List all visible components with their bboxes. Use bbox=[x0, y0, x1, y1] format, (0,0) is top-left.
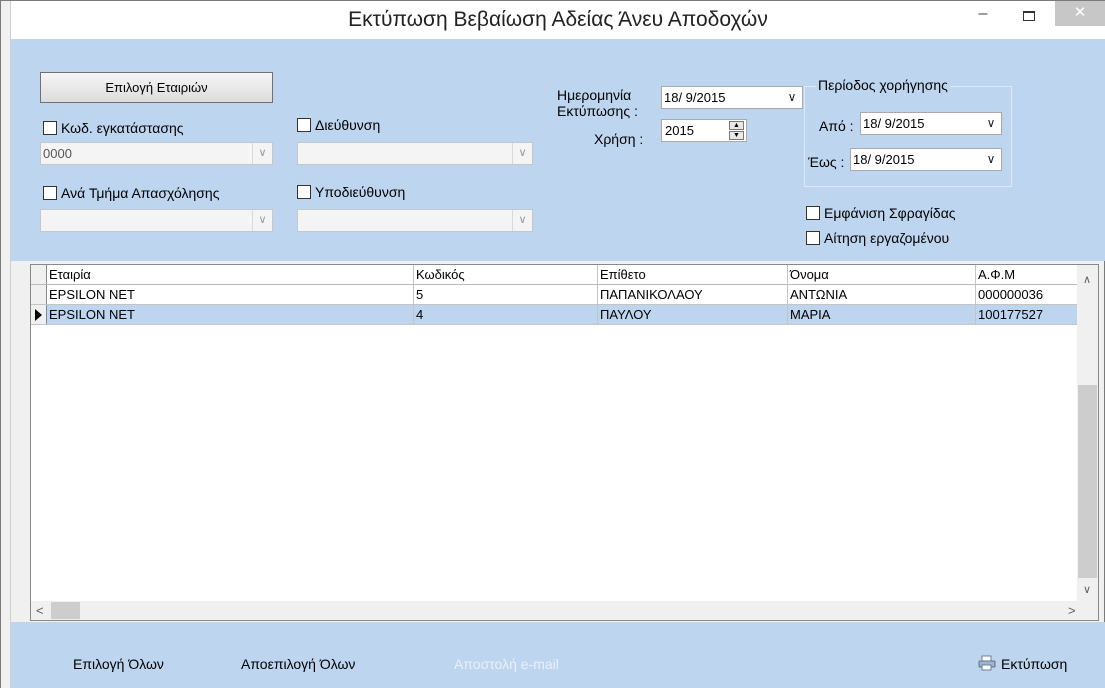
chevron-down-icon: ∨ bbox=[252, 210, 272, 231]
department-checkbox[interactable]: Ανά Τμήμα Απασχόλησης bbox=[43, 185, 219, 201]
checkbox-box[interactable] bbox=[297, 185, 311, 199]
period-group bbox=[804, 86, 1012, 187]
row-indicator[interactable] bbox=[31, 285, 47, 304]
column-header-afm[interactable]: Α.Φ.Μ bbox=[976, 265, 1078, 284]
print-date-label-line2: Εκτύπωσης : bbox=[557, 103, 638, 119]
chevron-down-icon[interactable]: ∨ bbox=[981, 149, 1001, 170]
spin-down-icon[interactable]: ▼ bbox=[729, 131, 744, 140]
title-bar: Εκτύπωση Βεβαίωση Αδείας Άνευ Αποδοχών –… bbox=[11, 1, 1105, 39]
column-header-surname[interactable]: Επίθετο bbox=[598, 265, 788, 284]
year-value: 2015 bbox=[665, 123, 694, 138]
scroll-left-icon[interactable]: < bbox=[36, 603, 44, 618]
chevron-down-icon: ∨ bbox=[252, 143, 272, 164]
checkbox-box[interactable] bbox=[297, 118, 311, 132]
period-title: Περίοδος χορήγησης bbox=[816, 77, 950, 93]
cell-company[interactable]: EPSILON NET bbox=[47, 305, 414, 324]
maximize-button[interactable] bbox=[1012, 3, 1046, 33]
cell-code[interactable]: 4 bbox=[414, 305, 598, 324]
print-date-label-line1: Ημερομηνία bbox=[557, 87, 632, 103]
from-label: Από : bbox=[819, 118, 854, 134]
scroll-right-icon[interactable]: > bbox=[1068, 603, 1076, 618]
maximize-icon bbox=[1023, 11, 1035, 21]
current-row-icon bbox=[35, 309, 42, 321]
department-label: Ανά Τμήμα Απασχόλησης bbox=[61, 185, 220, 201]
printer-icon[interactable] bbox=[978, 655, 996, 671]
print-date-picker[interactable]: 18/ 9/2015 ∨ bbox=[661, 86, 803, 109]
from-date-picker[interactable]: 18/ 9/2015 ∨ bbox=[860, 112, 1002, 135]
to-date-value: 18/ 9/2015 bbox=[853, 152, 915, 167]
cell-name[interactable]: ΑΝΤΩΝΙΑ bbox=[788, 285, 976, 304]
close-button[interactable]: ✕ bbox=[1055, 1, 1105, 26]
scroll-down-icon[interactable]: ∨ bbox=[1083, 583, 1091, 596]
scroll-up-icon[interactable]: ∧ bbox=[1083, 273, 1091, 286]
address-label: Διεύθυνση bbox=[315, 117, 381, 133]
show-stamp-label: Εμφάνιση Σφραγίδας bbox=[824, 205, 956, 221]
horizontal-scrollbar[interactable]: < > bbox=[31, 601, 1098, 620]
show-stamp-checkbox[interactable]: Εμφάνιση Σφραγίδας bbox=[806, 205, 956, 221]
facility-code-label: Κωδ. εγκατάστασης bbox=[61, 120, 184, 136]
column-header-company[interactable]: Εταιρία bbox=[47, 265, 414, 284]
from-date-value: 18/ 9/2015 bbox=[863, 116, 925, 131]
year-spinner[interactable]: 2015 ▲ ▼ bbox=[661, 119, 747, 142]
cell-afm[interactable]: 000000036 bbox=[976, 285, 1078, 304]
window-title: Εκτύπωση Βεβαίωση Αδείας Άνευ Αποδοχών bbox=[348, 8, 768, 31]
cell-name[interactable]: ΜΑΡΙΑ bbox=[788, 305, 976, 324]
select-companies-button[interactable]: Επιλογή Εταιριών bbox=[40, 72, 273, 103]
facility-code-combo: 0000 ∨ bbox=[40, 142, 273, 165]
department-combo: ∨ bbox=[40, 209, 273, 232]
address-combo: ∨ bbox=[297, 142, 533, 165]
deselect-all-button[interactable]: Αποεπιλογή Όλων bbox=[241, 656, 355, 672]
app-window: Εκτύπωση Βεβαίωση Αδείας Άνευ Αποδοχών –… bbox=[0, 0, 1105, 688]
print-date-label: Ημερομηνία Εκτύπωσης : bbox=[557, 87, 638, 119]
print-button[interactable]: Εκτύπωση bbox=[1001, 656, 1067, 672]
select-all-button[interactable]: Επιλογή Όλων bbox=[73, 656, 164, 672]
column-header-code[interactable]: Κωδικός bbox=[414, 265, 598, 284]
bottom-toolbar: Επιλογή Όλων Αποεπιλογή Όλων Αποστολή e-… bbox=[11, 622, 1105, 688]
chevron-down-icon: ∨ bbox=[512, 143, 532, 164]
subaddress-combo: ∨ bbox=[297, 209, 533, 232]
to-date-picker[interactable]: 18/ 9/2015 ∨ bbox=[850, 148, 1002, 171]
row-indicator[interactable] bbox=[31, 305, 47, 324]
cell-surname[interactable]: ΠΑΠΑΝΙΚΟΛΑΟΥ bbox=[598, 285, 788, 304]
vertical-scrollbar[interactable]: ∧ ∨ bbox=[1077, 265, 1098, 602]
checkbox-box[interactable] bbox=[806, 206, 820, 220]
cell-afm[interactable]: 100177527 bbox=[976, 305, 1078, 324]
employee-request-checkbox[interactable]: Αίτηση εργαζομένου bbox=[806, 230, 949, 246]
employee-request-label: Αίτηση εργαζομένου bbox=[824, 230, 950, 246]
cell-code[interactable]: 5 bbox=[414, 285, 598, 304]
window-left-edge bbox=[1, 1, 11, 688]
horizontal-scroll-thumb[interactable] bbox=[51, 602, 80, 619]
facility-code-checkbox[interactable]: Κωδ. εγκατάστασης bbox=[43, 120, 184, 136]
column-header-name[interactable]: Όνομα bbox=[788, 265, 976, 284]
table-row[interactable]: EPSILON NET 5 ΠΑΠΑΝΙΚΟΛΑΟΥ ΑΝΤΩΝΙΑ 00000… bbox=[31, 285, 1078, 305]
row-indicator-header bbox=[31, 265, 47, 284]
subaddress-label: Υποδιεύθυνση bbox=[315, 184, 406, 200]
subaddress-checkbox[interactable]: Υποδιεύθυνση bbox=[297, 184, 405, 200]
cell-surname[interactable]: ΠΑΥΛΟΥ bbox=[598, 305, 788, 324]
checkbox-box[interactable] bbox=[43, 121, 57, 135]
chevron-down-icon: ∨ bbox=[512, 210, 532, 231]
address-checkbox[interactable]: Διεύθυνση bbox=[297, 117, 380, 133]
chevron-down-icon[interactable]: ∨ bbox=[981, 113, 1001, 134]
print-date-value: 18/ 9/2015 bbox=[664, 90, 726, 105]
year-label: Χρήση : bbox=[594, 131, 644, 147]
checkbox-box[interactable] bbox=[806, 231, 820, 245]
spin-up-icon[interactable]: ▲ bbox=[729, 121, 744, 130]
facility-code-value: 0000 bbox=[43, 146, 72, 161]
table-row[interactable]: EPSILON NET 4 ΠΑΥΛΟΥ ΜΑΡΙΑ 100177527 bbox=[31, 305, 1078, 325]
send-email-button: Αποστολή e-mail bbox=[454, 656, 559, 672]
employees-grid[interactable]: Εταιρία Κωδικός Επίθετο Όνομα Α.Φ.Μ EPSI… bbox=[30, 264, 1099, 621]
grid-header: Εταιρία Κωδικός Επίθετο Όνομα Α.Φ.Μ bbox=[31, 265, 1078, 285]
to-label: Έως : bbox=[808, 154, 845, 170]
cell-company[interactable]: EPSILON NET bbox=[47, 285, 414, 304]
chevron-down-icon[interactable]: ∨ bbox=[782, 87, 802, 108]
filters-panel: Επιλογή Εταιριών Κωδ. εγκατάστασης 0000 … bbox=[11, 39, 1105, 261]
minimize-button[interactable]: – bbox=[966, 5, 1000, 35]
checkbox-box[interactable] bbox=[43, 186, 57, 200]
vertical-scroll-thumb[interactable] bbox=[1078, 385, 1097, 578]
